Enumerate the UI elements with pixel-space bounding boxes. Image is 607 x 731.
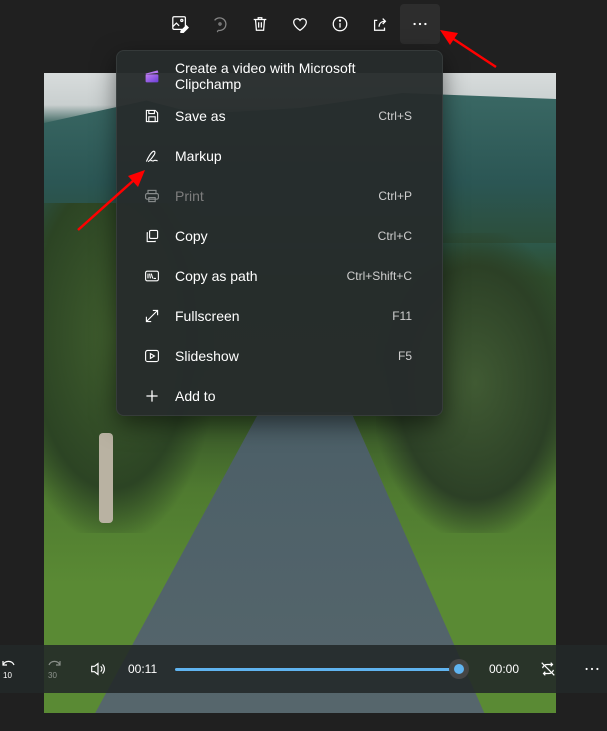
delete-button[interactable] — [240, 4, 280, 44]
skip-forward-icon: 30 — [48, 660, 61, 680]
see-more-button[interactable] — [400, 4, 440, 44]
annotation-arrow-more — [440, 30, 497, 69]
clipchamp-icon — [143, 67, 161, 85]
copy-icon — [143, 227, 161, 245]
volume-button[interactable] — [88, 659, 108, 679]
volume-icon — [91, 662, 105, 676]
menu-item-label: Copy — [175, 228, 208, 244]
info-icon — [332, 16, 348, 32]
menu-item-shortcut: Ctrl+Shift+C — [346, 269, 412, 283]
trash-icon — [253, 17, 267, 31]
menu-item-shortcut: F11 — [392, 309, 412, 323]
menu-item-label: Save as — [175, 108, 226, 124]
fullscreen-icon — [143, 307, 161, 325]
skip-back-button[interactable]: 10 — [0, 657, 22, 681]
menu-item-label: Create a video with Microsoft Clipchamp — [175, 60, 356, 92]
menu-item-create-video[interactable]: Create a video with Microsoft Clipchamp — [121, 56, 438, 96]
menu-item-label: Slideshow — [175, 348, 239, 364]
heart-icon — [293, 18, 307, 32]
edit-image-button[interactable] — [160, 4, 200, 44]
menu-item-label: Print — [175, 188, 204, 204]
menu-item-shortcut: Ctrl+P — [378, 189, 412, 203]
more-options-menu: Create a video with Microsoft Clipchamp … — [116, 50, 443, 416]
copy-path-icon — [143, 267, 161, 285]
save-icon — [143, 107, 161, 125]
menu-item-save-as[interactable]: Save as Ctrl+S — [121, 96, 438, 136]
menu-item-add-to[interactable]: Add to — [121, 376, 438, 416]
edit-image-icon — [172, 16, 189, 33]
skip-forward-button[interactable]: 30 — [44, 657, 66, 681]
svg-text:10: 10 — [3, 671, 12, 680]
menu-item-copy-as-path[interactable]: Copy as path Ctrl+Shift+C — [121, 256, 438, 296]
share-button[interactable] — [360, 4, 400, 44]
remaining-time: 00:00 — [489, 662, 520, 676]
menu-item-fullscreen[interactable]: Fullscreen F11 — [121, 296, 438, 336]
menu-item-shortcut: Ctrl+S — [378, 109, 412, 123]
rotate-button[interactable] — [200, 4, 240, 44]
menu-item-slideshow[interactable]: Slideshow F5 — [121, 336, 438, 376]
file-info-button[interactable] — [320, 4, 360, 44]
slideshow-icon — [143, 347, 161, 365]
menu-item-markup[interactable]: Markup — [121, 136, 438, 176]
svg-text:30: 30 — [48, 671, 57, 680]
seek-thumb[interactable] — [449, 659, 470, 679]
repeat-off-icon — [541, 662, 555, 676]
more-horizontal-icon — [413, 22, 427, 26]
repeat-toggle[interactable] — [538, 659, 558, 679]
markup-pen-icon — [143, 147, 161, 165]
menu-item-shortcut: Ctrl+C — [377, 229, 412, 243]
menu-item-label: Fullscreen — [175, 308, 240, 324]
seek-bar[interactable] — [175, 668, 462, 671]
top-toolbar — [160, 4, 440, 44]
more-options-button[interactable] — [582, 659, 602, 679]
skip-back-icon: 10 — [2, 660, 15, 680]
palm-trunk — [99, 433, 113, 523]
menu-item-print[interactable]: Print Ctrl+P — [121, 176, 438, 216]
menu-item-copy[interactable]: Copy Ctrl+C — [121, 216, 438, 256]
menu-item-shortcut: F5 — [397, 349, 412, 363]
photos-app-window: Create a video with Microsoft Clipchamp … — [0, 0, 607, 731]
share-icon — [373, 18, 387, 31]
favorite-button[interactable] — [280, 4, 320, 44]
more-horizontal-icon — [585, 667, 599, 671]
menu-item-label: Markup — [175, 148, 222, 164]
rotate-icon — [214, 17, 227, 33]
video-control-bar: 10 30 00:11 00:00 — [0, 645, 607, 693]
current-time: 00:11 — [128, 662, 158, 676]
menu-item-label: Copy as path — [175, 268, 258, 284]
menu-item-label: Add to — [175, 388, 216, 404]
add-icon — [143, 387, 161, 405]
print-icon — [143, 187, 161, 205]
